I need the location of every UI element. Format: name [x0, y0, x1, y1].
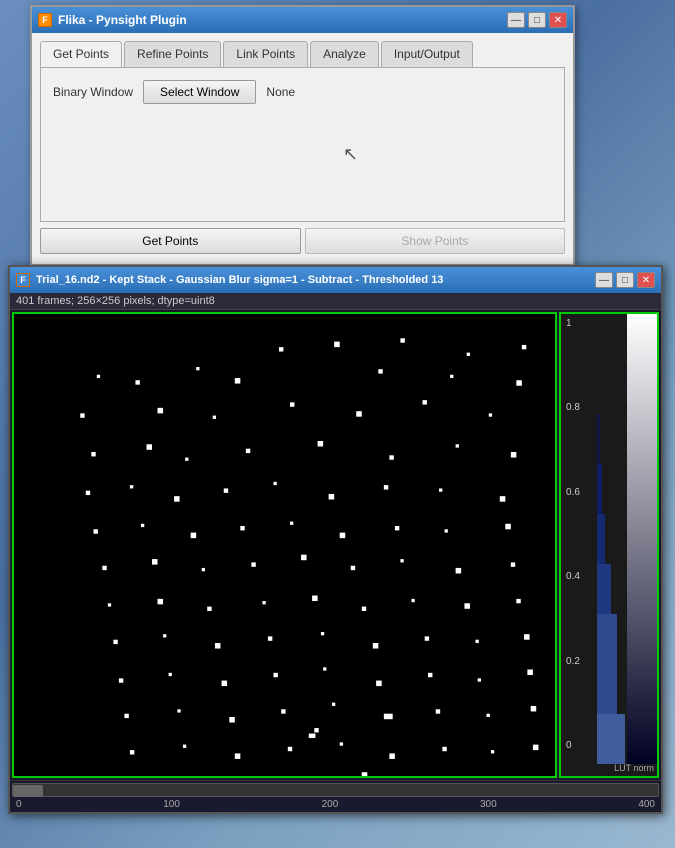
plugin-minimize-button[interactable]: —: [507, 12, 525, 28]
x-axis-labels: 0 100 200 300 400: [12, 799, 659, 810]
cursor-icon: ↖: [343, 144, 358, 165]
tab-bar: Get Points Refine Points Link Points Ana…: [40, 41, 565, 67]
image-close-button[interactable]: ✕: [637, 272, 655, 288]
image-titlebar: F Trial_16.nd2 - Kept Stack - Gaussian B…: [10, 267, 661, 293]
image-titlebar-left: F Trial_16.nd2 - Kept Stack - Gaussian B…: [16, 273, 443, 287]
lut-sidebar: 1 0.8 0.6 0.4 0.2 0: [559, 312, 659, 778]
image-minimize-button[interactable]: —: [595, 272, 613, 288]
binary-window-label: Binary Window: [53, 85, 133, 99]
plugin-titlebar-left: F Flika - Pynsight Plugin: [38, 13, 187, 27]
tab-input-output[interactable]: Input/Output: [381, 41, 473, 67]
plugin-window: F Flika - Pynsight Plugin — □ ✕ Get Poin…: [30, 5, 575, 266]
lut-histogram: [597, 314, 657, 764]
plugin-body: Get Points Refine Points Link Points Ana…: [32, 33, 573, 264]
get-points-button[interactable]: Get Points: [40, 228, 301, 254]
plugin-close-button[interactable]: ✕: [549, 12, 567, 28]
image-main-area: 1 0.8 0.6 0.4 0.2 0: [10, 310, 661, 780]
lut-axis: 1 0.8 0.6 0.4 0.2 0: [566, 314, 580, 756]
image-info-bar: 401 frames; 256×256 pixels; dtype=uint8: [10, 293, 661, 310]
plugin-win-controls: — □ ✕: [507, 12, 567, 28]
binary-window-row: Binary Window Select Window None: [53, 80, 552, 104]
image-title: Trial_16.nd2 - Kept Stack - Gaussian Blu…: [36, 274, 443, 286]
plugin-bottom-buttons: Get Points Show Points: [40, 222, 565, 256]
plugin-title: Flika - Pynsight Plugin: [58, 13, 187, 27]
lut-label-08: 0.8: [566, 403, 580, 413]
image-canvas: [14, 314, 555, 778]
image-window: F Trial_16.nd2 - Kept Stack - Gaussian B…: [8, 265, 663, 814]
scroll-track[interactable]: [12, 783, 659, 797]
x-label-200: 200: [322, 799, 339, 810]
plugin-titlebar: F Flika - Pynsight Plugin — □ ✕: [32, 7, 573, 33]
x-label-100: 100: [163, 799, 180, 810]
image-window-icon: F: [16, 273, 30, 287]
image-win-controls: — □ ✕: [595, 272, 655, 288]
select-window-button[interactable]: Select Window: [143, 80, 256, 104]
image-canvas-container[interactable]: [12, 312, 557, 778]
lut-label-06: 0.6: [566, 488, 580, 498]
tab-link-points[interactable]: Link Points: [223, 41, 308, 67]
tab-get-points[interactable]: Get Points: [40, 41, 122, 67]
x-label-0: 0: [16, 799, 22, 810]
image-body: 401 frames; 256×256 pixels; dtype=uint8: [10, 293, 661, 812]
tab-analyze[interactable]: Analyze: [310, 41, 379, 67]
scroll-thumb[interactable]: [13, 785, 43, 797]
tab-content-get-points: Binary Window Select Window None ↖: [40, 67, 565, 222]
lut-label-0: 0: [566, 741, 580, 751]
show-points-button[interactable]: Show Points: [305, 228, 566, 254]
plugin-icon: F: [38, 13, 52, 27]
tab-refine-points[interactable]: Refine Points: [124, 41, 221, 67]
lut-label-1: 1: [566, 319, 580, 329]
plugin-maximize-button[interactable]: □: [528, 12, 546, 28]
x-label-400: 400: [638, 799, 655, 810]
lut-norm-label: LUT norm: [614, 763, 654, 773]
lut-label-02: 0.2: [566, 657, 580, 667]
scrollbar-container: 0 100 200 300 400: [10, 780, 661, 812]
lut-label-04: 0.4: [566, 572, 580, 582]
image-maximize-button[interactable]: □: [616, 272, 634, 288]
none-label: None: [266, 85, 295, 99]
x-label-300: 300: [480, 799, 497, 810]
